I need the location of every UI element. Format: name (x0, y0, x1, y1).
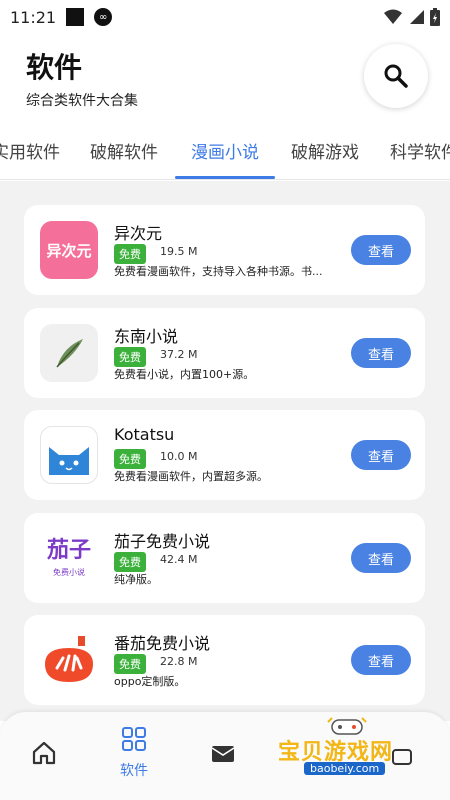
nav-messages[interactable] (194, 742, 254, 766)
home-icon (32, 741, 56, 765)
category-tabs: 实用软件 破解软件 漫画小说 破解游戏 科学软件 (0, 124, 450, 180)
app-size: 37.2 M (160, 348, 198, 361)
free-badge: 免费 (114, 449, 146, 469)
app-name: 番茄免费小说 (114, 634, 211, 653)
status-icons (384, 8, 440, 26)
tab-cracked-games[interactable]: 破解游戏 (291, 138, 359, 163)
notification-square-icon (66, 8, 85, 26)
free-badge: 免费 (114, 654, 146, 674)
app-icon-fanqie (40, 631, 98, 689)
leaf-icon (56, 339, 83, 368)
app-name: 茄子免费小说 (114, 532, 211, 551)
app-description: 免费看漫画软件，支持导入各种书源。书... (114, 265, 323, 278)
app-size: 22.8 M (160, 655, 198, 668)
signal-icon (410, 10, 424, 24)
watermark: 宝贝游戏网 baobeiy.com (274, 716, 434, 780)
app-card[interactable]: 东南小说 免费 37.2 M 免费看小说，内置100+源。 查看 (24, 308, 425, 398)
app-icon-dongnan (40, 324, 98, 382)
search-button[interactable] (364, 44, 428, 108)
free-badge: 免费 (114, 552, 146, 572)
view-button[interactable]: 查看 (351, 338, 411, 368)
nav-software-label: 软件 (120, 763, 148, 779)
app-icon-label: 茄子 (46, 537, 91, 563)
app-name: 异次元 (114, 224, 163, 243)
app-icon-label: 异次元 (46, 241, 92, 260)
app-size: 10.0 M (160, 450, 198, 463)
app-description: 纯净版。 (114, 573, 158, 586)
notification-app-icon: ∞ (94, 8, 113, 26)
app-list: 异次元 异次元 免费 19.5 M 免费看漫画软件，支持导入各种书源。书... … (0, 181, 450, 721)
app-name: Kotatsu (114, 425, 175, 444)
view-button[interactable]: 查看 (351, 645, 411, 675)
grid-icon (122, 727, 146, 751)
app-icon-sublabel: 免费小说 (53, 567, 85, 577)
search-icon (384, 64, 408, 88)
app-description: 免费看小说，内置100+源。 (114, 368, 255, 381)
watermark-url: baobeiy.com (304, 762, 386, 775)
view-button[interactable]: 查看 (351, 440, 411, 470)
view-button[interactable]: 查看 (351, 235, 411, 265)
page-subtitle: 综合类软件大合集 (26, 93, 138, 109)
app-description: 免费看漫画软件，内置超多源。 (114, 470, 268, 483)
app-card[interactable]: Kotatsu 免费 10.0 M 免费看漫画软件，内置超多源。 查看 (24, 410, 425, 500)
tomato-icon (45, 636, 93, 682)
tab-cracked-software[interactable]: 破解软件 (90, 138, 158, 163)
cat-icon (49, 447, 89, 475)
nav-software[interactable]: 软件 (104, 726, 164, 780)
wifi-icon (384, 9, 402, 24)
app-icon-kotatsu (40, 426, 98, 484)
view-button[interactable]: 查看 (351, 543, 411, 573)
tab-utility-software[interactable]: 实用软件 (0, 138, 60, 163)
app-icon-qiezi: 茄子 免费小说 (40, 529, 98, 587)
app-name: 东南小说 (114, 327, 179, 346)
app-card[interactable]: 异次元 异次元 免费 19.5 M 免费看漫画软件，支持导入各种书源。书... … (24, 205, 425, 295)
app-icon-yiciyuan: 异次元 (40, 221, 98, 279)
mail-icon (211, 746, 235, 762)
status-bar: 11:21 ∞ (0, 0, 450, 34)
header: 软件 综合类软件大合集 (0, 34, 450, 124)
free-badge: 免费 (114, 244, 146, 264)
app-size: 42.4 M (160, 553, 198, 566)
nav-home[interactable] (14, 740, 74, 766)
status-time: 11:21 (10, 7, 57, 27)
free-badge: 免费 (114, 347, 146, 367)
app-description: oppo定制版。 (114, 675, 186, 688)
app-size: 19.5 M (160, 245, 198, 258)
page-title: 软件 (26, 51, 83, 84)
tab-science-software[interactable]: 科学软件 (390, 138, 450, 163)
tab-comics-novels[interactable]: 漫画小说 (191, 138, 259, 163)
active-tab-indicator (175, 176, 275, 179)
app-card[interactable]: 茄子 免费小说 茄子免费小说 免费 42.4 M 纯净版。 查看 (24, 513, 425, 603)
app-card[interactable]: 番茄免费小说 免费 22.8 M oppo定制版。 查看 (24, 615, 425, 705)
battery-icon (430, 8, 440, 26)
